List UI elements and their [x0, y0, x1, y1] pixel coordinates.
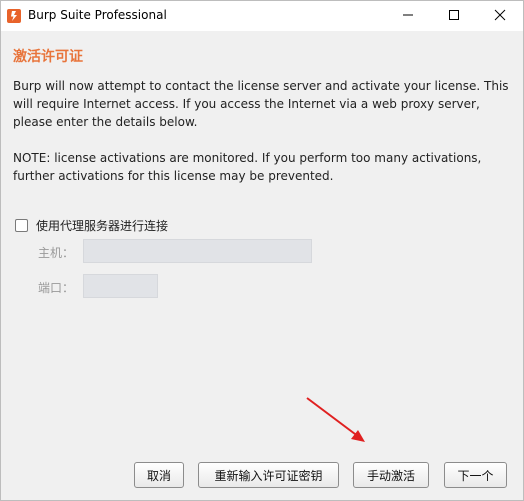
window-title: Burp Suite Professional	[28, 8, 167, 22]
manual-activation-button[interactable]: 手动激活	[353, 462, 429, 488]
activation-dialog: Burp Suite Professional 激活许可证 Burp will …	[0, 0, 524, 501]
host-label: 主机：	[38, 246, 75, 260]
port-label: 端口：	[38, 281, 75, 295]
minimize-button[interactable]	[385, 1, 431, 31]
port-field[interactable]	[83, 274, 158, 298]
use-proxy-checkbox-row[interactable]: 使用代理服务器进行连接	[15, 217, 168, 234]
title-bar[interactable]: Burp Suite Professional	[1, 1, 523, 31]
dialog-content: 激活许可证 Burp will now attempt to contact t…	[1, 32, 523, 500]
burp-logo-icon	[7, 9, 21, 23]
reenter-license-key-button[interactable]: 重新输入许可证密钥	[198, 462, 339, 488]
page-title: 激活许可证	[13, 49, 83, 65]
maximize-icon	[448, 9, 460, 24]
host-field[interactable]	[83, 239, 312, 263]
close-button[interactable]	[477, 1, 523, 31]
minimize-icon	[402, 9, 414, 24]
intro-text: Burp will now attempt to contact the lic…	[13, 79, 509, 129]
note-text: NOTE: license activations are monitored.…	[13, 151, 482, 183]
use-proxy-checkbox[interactable]	[15, 219, 28, 232]
use-proxy-label[interactable]: 使用代理服务器进行连接	[36, 217, 168, 234]
next-button[interactable]: 下一个	[444, 462, 507, 488]
close-icon	[494, 9, 506, 24]
maximize-button[interactable]	[431, 1, 477, 31]
cancel-button[interactable]: 取消	[134, 462, 184, 488]
red-arrow-annotation-icon	[306, 397, 365, 442]
